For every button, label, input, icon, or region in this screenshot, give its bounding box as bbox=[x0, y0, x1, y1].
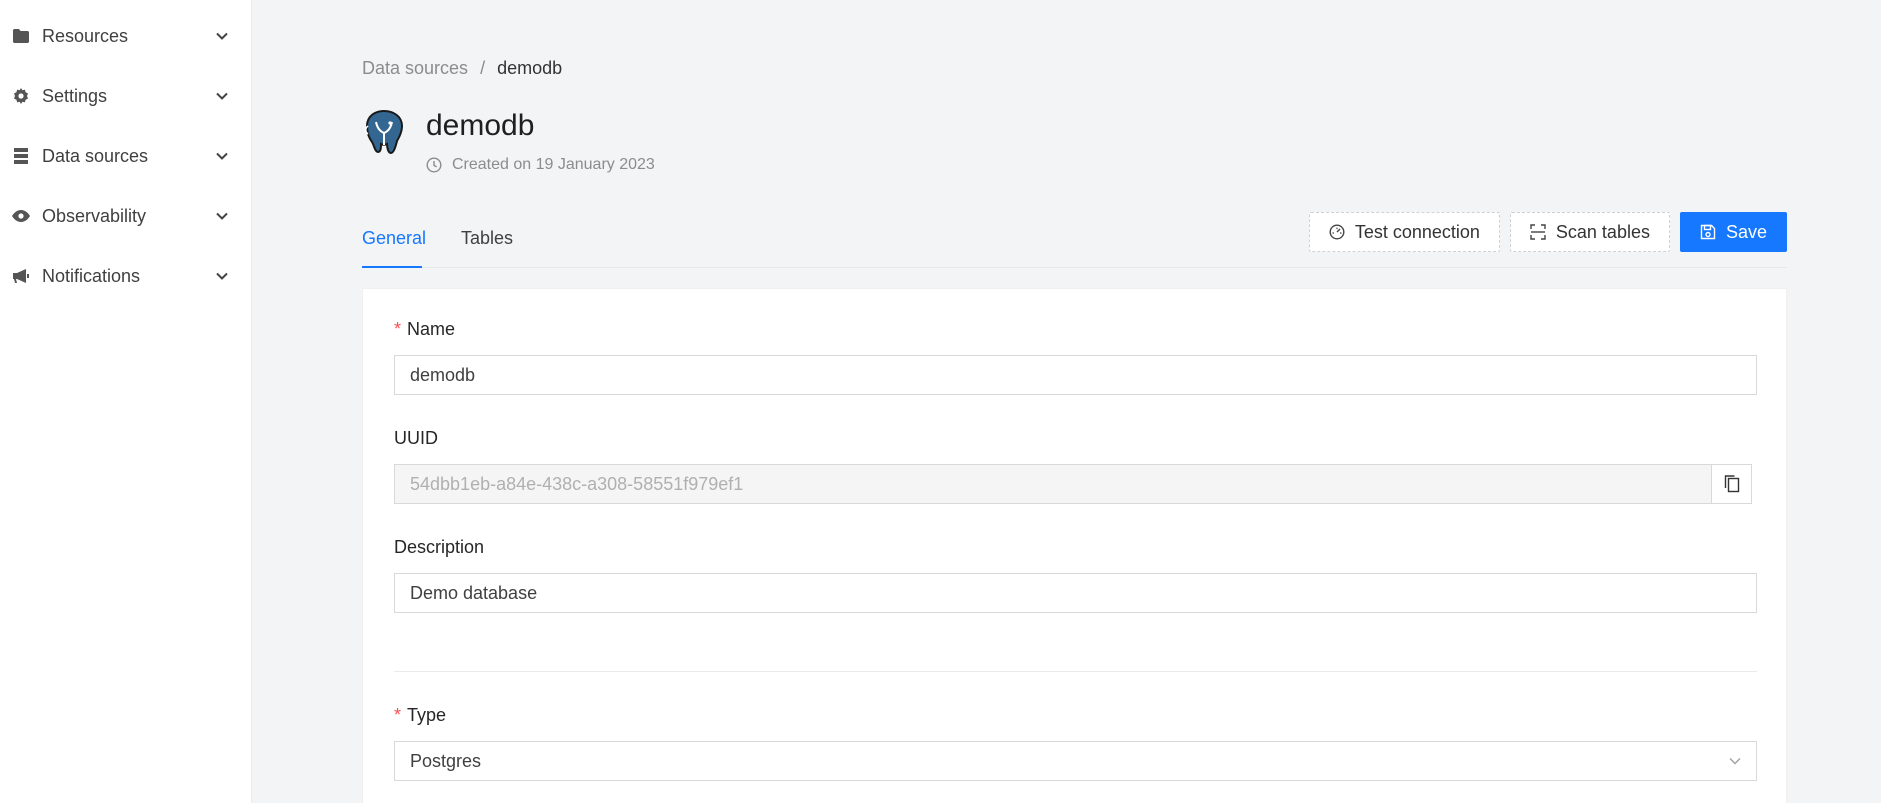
page-title: demodb bbox=[426, 109, 535, 142]
type-label: * Type bbox=[394, 703, 1755, 727]
required-marker: * bbox=[394, 318, 402, 339]
main-content: Data sources / demodb demodb Created on … bbox=[252, 0, 1881, 803]
description-label-text: Description bbox=[394, 536, 485, 557]
required-marker: * bbox=[394, 704, 402, 725]
uuid-field-value: 54dbb1eb-a84e-438c-a308-58551f979ef1 bbox=[410, 473, 744, 494]
chevron-down-icon bbox=[1728, 754, 1742, 768]
chevron-down-icon bbox=[215, 209, 229, 223]
button-label: Save bbox=[1725, 221, 1767, 242]
page-header: demodb Created on 19 January 2023 bbox=[362, 108, 1881, 174]
tab-general[interactable]: General bbox=[362, 228, 426, 249]
gear-icon bbox=[12, 87, 30, 105]
sidebar-item-observability[interactable]: Observability bbox=[0, 186, 251, 246]
sidebar-item-label: Observability bbox=[42, 205, 147, 226]
button-label: Test connection bbox=[1354, 221, 1480, 242]
uuid-label: UUID bbox=[394, 426, 1755, 450]
type-select[interactable]: Postgres bbox=[394, 741, 1757, 781]
type-select-value: Postgres bbox=[410, 750, 482, 771]
description-field-value: Demo database bbox=[410, 582, 538, 603]
uuid-field: 54dbb1eb-a84e-438c-a308-58551f979ef1 bbox=[394, 464, 1712, 504]
name-field[interactable]: demodb bbox=[394, 355, 1757, 395]
breadcrumb-link-data-sources[interactable]: Data sources bbox=[362, 58, 468, 79]
name-field-value: demodb bbox=[410, 364, 476, 385]
save-icon bbox=[1700, 224, 1716, 240]
tab-label: Tables bbox=[461, 228, 514, 248]
test-connection-button[interactable]: Test connection bbox=[1308, 212, 1500, 252]
tab-tables[interactable]: Tables bbox=[461, 228, 513, 249]
copy-uuid-button[interactable] bbox=[1712, 464, 1752, 504]
sidebar-item-label: Notifications bbox=[42, 265, 141, 286]
sidebar-item-label: Data sources bbox=[42, 145, 149, 166]
folder-icon bbox=[12, 27, 30, 45]
type-label-text: Type bbox=[407, 704, 447, 725]
section-divider bbox=[394, 671, 1757, 672]
clock-icon bbox=[426, 157, 442, 173]
active-tab-indicator bbox=[362, 266, 422, 268]
breadcrumb-current: demodb bbox=[497, 57, 563, 78]
sidebar-item-label: Resources bbox=[42, 25, 129, 46]
breadcrumb: Data sources / demodb bbox=[362, 56, 1881, 80]
sidebar-item-settings[interactable]: Settings bbox=[0, 66, 251, 126]
uuid-field-group: 54dbb1eb-a84e-438c-a308-58551f979ef1 bbox=[394, 464, 1752, 504]
scan-tables-button[interactable]: Scan tables bbox=[1509, 212, 1670, 252]
title-block: demodb Created on 19 January 2023 bbox=[426, 108, 655, 174]
description-label: Description bbox=[394, 535, 1755, 559]
dashboard-gauge-icon bbox=[1329, 224, 1345, 240]
action-buttons: Test connection Scan tables Save bbox=[1308, 212, 1787, 252]
chevron-down-icon bbox=[215, 149, 229, 163]
postgres-elephant-icon bbox=[362, 108, 410, 160]
tab-bar: General Tables Test connection Scan tabl… bbox=[362, 212, 1787, 268]
sidebar: Resources Settings Data sources Observab… bbox=[0, 0, 252, 803]
description-field[interactable]: Demo database bbox=[394, 573, 1757, 613]
sidebar-item-notifications[interactable]: Notifications bbox=[0, 246, 251, 306]
general-form-card: * Name demodb UUID 54dbb1eb-a84e-438c-a3… bbox=[362, 288, 1787, 803]
chevron-down-icon bbox=[215, 89, 229, 103]
scan-icon bbox=[1530, 224, 1546, 240]
database-icon bbox=[12, 147, 30, 165]
uuid-label-text: UUID bbox=[394, 427, 438, 448]
eye-icon bbox=[12, 207, 30, 225]
name-label-text: Name bbox=[407, 318, 456, 339]
copy-icon bbox=[1724, 475, 1740, 493]
sidebar-item-label: Settings bbox=[42, 85, 108, 106]
app-root: Resources Settings Data sources Observab… bbox=[0, 0, 1881, 803]
created-date: Created on 19 January 2023 bbox=[426, 156, 655, 174]
name-label: * Name bbox=[394, 317, 1755, 341]
chevron-down-icon bbox=[215, 269, 229, 283]
created-date-text: Created on 19 January 2023 bbox=[452, 156, 655, 173]
save-button[interactable]: Save bbox=[1679, 212, 1787, 252]
megaphone-icon bbox=[12, 267, 30, 285]
sidebar-item-data-sources[interactable]: Data sources bbox=[0, 126, 251, 186]
button-label: Scan tables bbox=[1555, 221, 1650, 242]
breadcrumb-separator: / bbox=[480, 57, 486, 78]
tab-label: General bbox=[362, 228, 427, 248]
sidebar-item-resources[interactable]: Resources bbox=[0, 6, 251, 66]
chevron-down-icon bbox=[215, 29, 229, 43]
